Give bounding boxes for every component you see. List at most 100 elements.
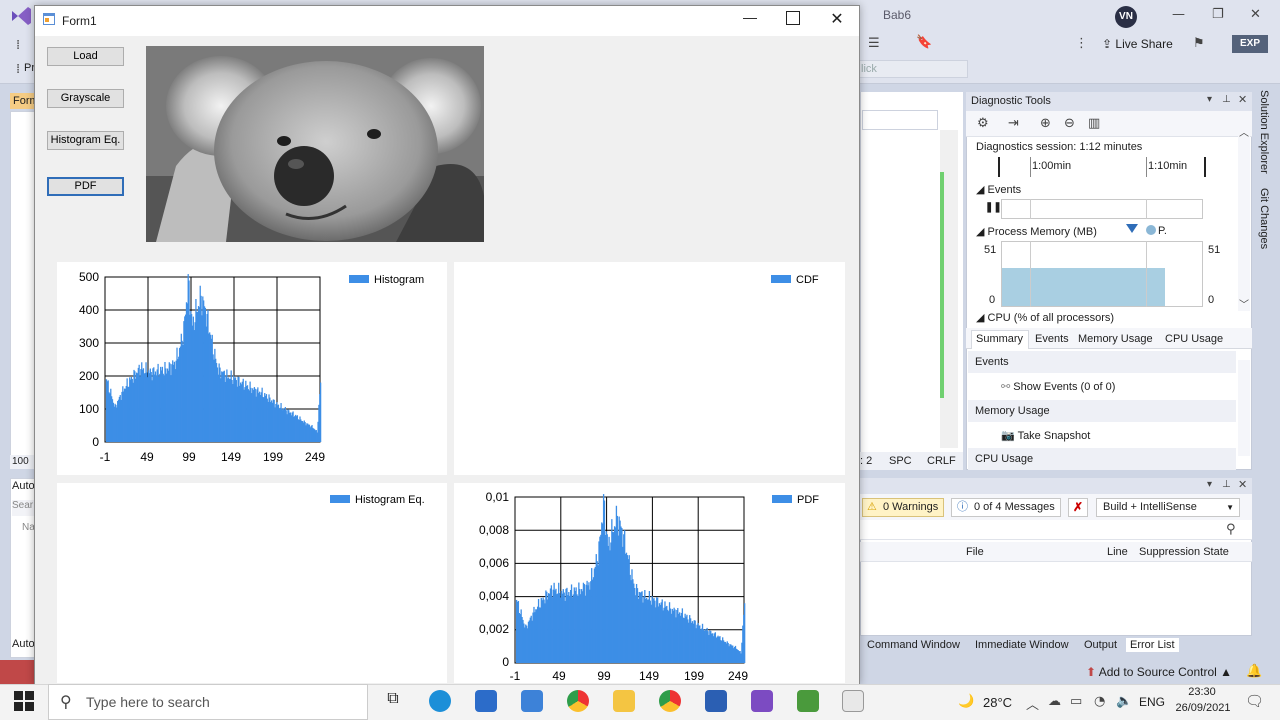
status-crlf[interactable]: CRLF bbox=[927, 455, 956, 467]
load-button[interactable]: Load bbox=[47, 47, 124, 66]
edge-browser-icon[interactable] bbox=[429, 690, 451, 712]
show-events-link[interactable]: ⚯ Show Events (0 of 0) bbox=[1001, 380, 1115, 393]
toolbar-overflow-icon[interactable]: ⋮ bbox=[1075, 36, 1088, 51]
events-graph-header[interactable]: ◢ Events bbox=[976, 183, 1021, 196]
cdf-legend-swatch bbox=[771, 275, 791, 283]
autos-tab[interactable]: Auto bbox=[12, 638, 35, 650]
panel-close-icon[interactable]: ✕ bbox=[1238, 93, 1247, 106]
summary-scrollbar[interactable] bbox=[1238, 360, 1250, 456]
form1-taskbar-icon[interactable] bbox=[842, 690, 864, 712]
battery-icon[interactable]: ▭ bbox=[1070, 694, 1082, 709]
word-icon[interactable] bbox=[705, 690, 727, 712]
change-marker bbox=[940, 172, 944, 398]
take-snapshot-button[interactable]: 📷 Take Snapshot bbox=[1001, 429, 1090, 442]
tab-memory-usage[interactable]: Memory Usage bbox=[1078, 333, 1153, 345]
exp-badge[interactable]: EXP bbox=[1232, 35, 1268, 53]
notifications-icon[interactable]: 🔔 bbox=[1246, 664, 1262, 679]
pin-icon[interactable]: ⊥ bbox=[1222, 94, 1231, 105]
tab-output[interactable]: Output bbox=[1080, 638, 1121, 652]
member-dropdown[interactable] bbox=[862, 110, 938, 130]
solution-explorer-tab[interactable]: Solution Explorer bbox=[1258, 90, 1270, 174]
language-indicator[interactable]: ENG bbox=[1139, 695, 1165, 709]
tab-events[interactable]: Events bbox=[1035, 333, 1069, 345]
doc-tab-form[interactable]: Form bbox=[10, 93, 36, 109]
android-studio-icon[interactable] bbox=[797, 690, 819, 712]
cpu-header[interactable]: ◢ CPU (% of all processors) bbox=[976, 311, 1114, 324]
vs-minimize-icon[interactable]: — bbox=[1172, 7, 1185, 22]
pdf-y-tick-1: 0,002 bbox=[479, 622, 509, 636]
indent-icon[interactable]: ☰ bbox=[868, 36, 880, 51]
windows-start-icon[interactable] bbox=[14, 691, 34, 711]
pause-icon[interactable]: ❚❚ bbox=[985, 202, 1002, 213]
reset-zoom-icon[interactable]: ▥ bbox=[1088, 116, 1100, 131]
form-minimize-icon[interactable]: — bbox=[740, 9, 760, 29]
clear-filter-icon[interactable]: ✗ bbox=[1068, 498, 1088, 517]
task-view-icon[interactable]: ⧉ bbox=[382, 690, 404, 712]
form-maximize-icon[interactable] bbox=[786, 11, 800, 25]
tray-overflow-icon[interactable]: ︿ bbox=[1026, 694, 1039, 713]
scroll-up-icon[interactable]: ︿ bbox=[1239, 124, 1249, 139]
error-pin-icon[interactable]: ⊥ bbox=[1222, 479, 1231, 490]
visual-studio-taskbar-icon[interactable] bbox=[751, 690, 773, 712]
wifi-icon[interactable]: ◔ bbox=[1094, 694, 1105, 709]
koala-nose-highlight bbox=[288, 159, 304, 169]
weather-temperature[interactable]: 28°C bbox=[983, 695, 1012, 710]
chrome-profile-icon[interactable] bbox=[659, 690, 681, 712]
diagnostic-scrollbar[interactable] bbox=[1238, 125, 1250, 311]
form-close-icon[interactable]: ✕ bbox=[827, 9, 847, 29]
action-center-icon[interactable]: 🗨 bbox=[1245, 692, 1264, 710]
mail-icon[interactable] bbox=[521, 690, 543, 712]
zoom-in-icon[interactable]: ⊕ bbox=[1040, 116, 1051, 131]
vs-restore-icon[interactable]: ❐ bbox=[1212, 7, 1224, 22]
add-to-source-control-button[interactable]: ⬆ Add to Source Control ▲ bbox=[1086, 665, 1232, 679]
user-avatar[interactable]: VN bbox=[1115, 6, 1137, 28]
column-suppression-state[interactable]: Suppression State bbox=[1139, 546, 1229, 558]
pdf-x-tick-0: -1 bbox=[510, 669, 521, 683]
tab-error-list[interactable]: Error List bbox=[1126, 638, 1179, 652]
clock-time[interactable]: 23:30 bbox=[1178, 686, 1226, 698]
pdf-button[interactable]: PDF bbox=[47, 177, 124, 196]
weather-moon-icon[interactable]: 🌙 bbox=[958, 693, 974, 709]
feedback-icon[interactable]: ⚑ bbox=[1193, 36, 1205, 51]
camera-icon: 📷 bbox=[1001, 430, 1018, 442]
histogram-eq-chart: Histogram Eq. bbox=[330, 494, 425, 506]
histogram-eq-button[interactable]: Histogram Eq. bbox=[47, 131, 124, 150]
panel-menu-icon[interactable]: ▾ bbox=[1207, 94, 1212, 105]
grayscale-button[interactable]: Grayscale bbox=[47, 89, 124, 108]
column-file[interactable]: File bbox=[966, 546, 984, 558]
column-line[interactable]: Line bbox=[1107, 546, 1128, 558]
config-dropdown[interactable]: lick bbox=[858, 60, 968, 78]
process-memory-header[interactable]: ◢ Process Memory (MB) bbox=[976, 225, 1097, 238]
build-filter-dropdown[interactable]: Build + IntelliSense ▼ bbox=[1096, 498, 1240, 517]
error-search-input[interactable] bbox=[860, 520, 1252, 540]
search-icon[interactable]: ⚲ bbox=[1226, 522, 1236, 537]
tab-command-window[interactable]: Command Window bbox=[863, 638, 964, 652]
vs-close-icon[interactable]: ✕ bbox=[1250, 7, 1261, 22]
taskbar-search-input[interactable]: Type here to search bbox=[48, 684, 368, 720]
tab-cpu-usage[interactable]: CPU Usage bbox=[1165, 333, 1223, 345]
zoom-out-icon[interactable]: ⊖ bbox=[1064, 116, 1075, 131]
autos-search-input[interactable]: Sear bbox=[12, 500, 34, 516]
error-close-icon[interactable]: ✕ bbox=[1238, 478, 1247, 491]
settings-gear-icon[interactable]: ⚙ bbox=[977, 116, 989, 131]
zoom-level[interactable]: 100 % bbox=[10, 455, 36, 469]
onedrive-icon[interactable]: ☁ bbox=[1048, 694, 1061, 709]
scroll-down-icon[interactable]: ﹀ bbox=[1239, 296, 1249, 311]
status-spc[interactable]: SPC bbox=[889, 455, 912, 467]
live-share-button[interactable]: ⇪ Live Share bbox=[1102, 37, 1173, 51]
messages-filter-button[interactable]: ⓘ 0 of 4 Messages bbox=[951, 498, 1061, 517]
form1-titlebar[interactable] bbox=[35, 6, 859, 36]
clock-date[interactable]: 26/09/2021 bbox=[1172, 702, 1234, 714]
git-changes-tab[interactable]: Git Changes bbox=[1258, 188, 1270, 249]
warnings-filter-button[interactable]: ⚠ 0 Warnings bbox=[862, 498, 944, 517]
bookmark-icon[interactable]: 🔖 bbox=[916, 35, 932, 50]
file-explorer-icon[interactable] bbox=[613, 690, 635, 712]
volume-icon[interactable]: 🔈 bbox=[1116, 694, 1132, 709]
store-icon[interactable] bbox=[475, 690, 497, 712]
error-panel-menu-icon[interactable]: ▾ bbox=[1207, 479, 1212, 490]
chrome-icon[interactable] bbox=[567, 690, 589, 712]
timeline-label-1: 1:00min bbox=[1032, 160, 1072, 172]
tab-summary[interactable]: Summary bbox=[976, 333, 1023, 345]
tab-immediate-window[interactable]: Immediate Window bbox=[971, 638, 1073, 652]
export-icon[interactable]: ⇥ bbox=[1008, 116, 1019, 131]
